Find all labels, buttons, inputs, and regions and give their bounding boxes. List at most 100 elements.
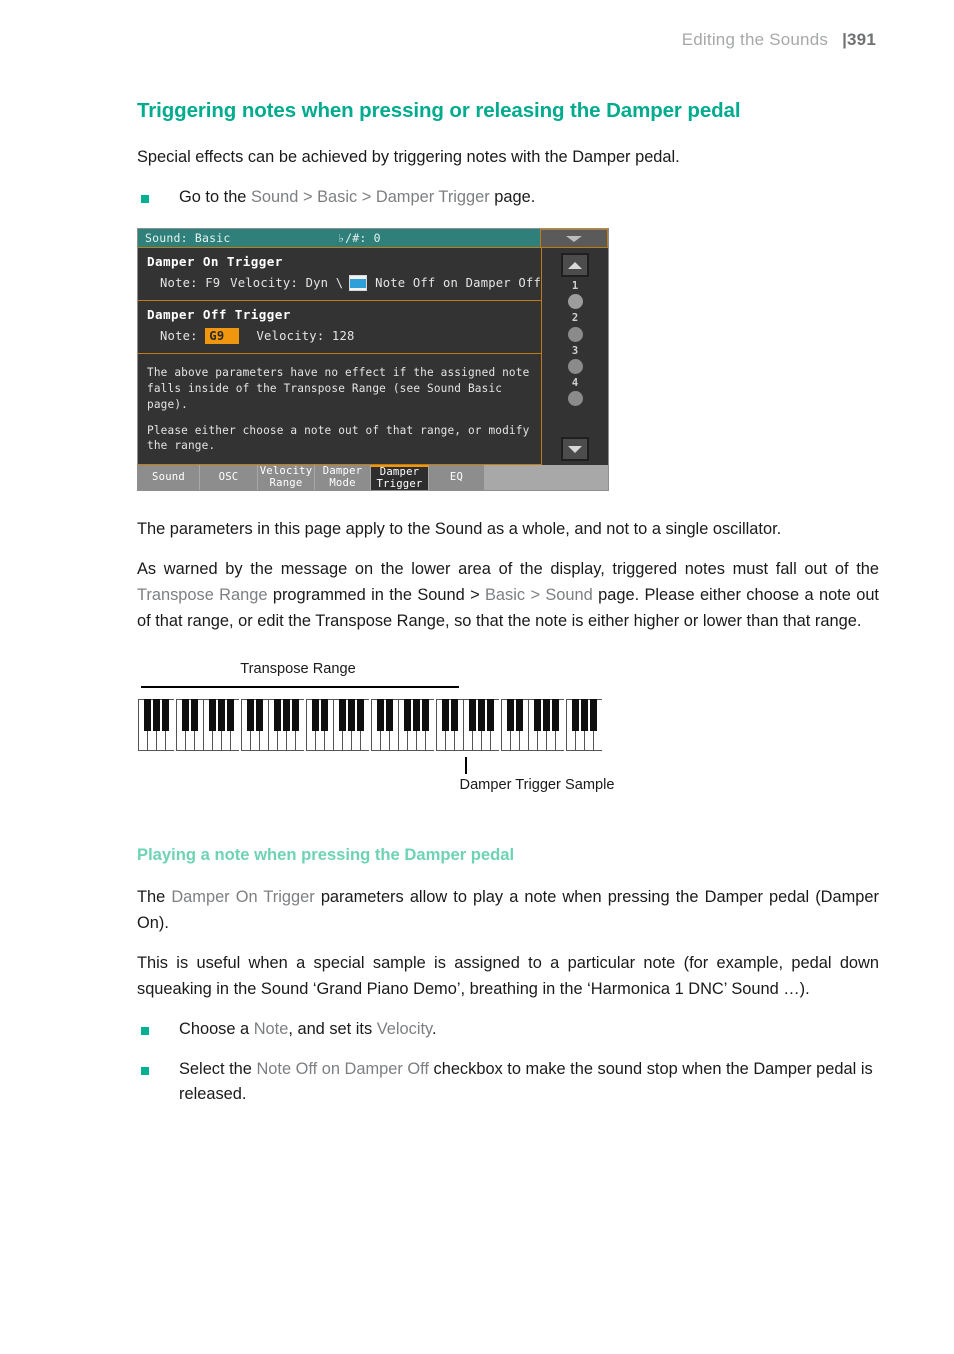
tab-label-line1: Damper bbox=[322, 465, 363, 478]
ui-damper-on-trigger: Damper On Trigger bbox=[171, 887, 315, 906]
scope-paragraph: The parameters in this page apply to the… bbox=[137, 520, 782, 539]
slot-1[interactable]: 1 bbox=[567, 279, 583, 310]
damper-off-note-label: Note: bbox=[160, 329, 198, 344]
triangle-up-icon bbox=[568, 261, 582, 269]
black-key bbox=[487, 698, 494, 731]
chevron-down-icon bbox=[566, 235, 582, 242]
device-body: Damper On Trigger Note: F9 Velocity: Dyn… bbox=[138, 248, 608, 466]
black-key bbox=[386, 698, 393, 731]
slot-indicator-icon bbox=[567, 358, 583, 374]
note-off-on-damper-off-checkbox[interactable] bbox=[349, 275, 368, 292]
black-key bbox=[144, 698, 151, 731]
slot-3[interactable]: 3 bbox=[567, 344, 583, 374]
device-transpose-display: ♭/#: 0 bbox=[338, 231, 381, 246]
device-main-area: Damper On Trigger Note: F9 Velocity: Dyn… bbox=[138, 248, 542, 466]
black-key bbox=[247, 698, 254, 731]
ui-sound: Sound bbox=[545, 586, 593, 605]
tab-velocity-range[interactable]: Velocity Range bbox=[258, 465, 315, 491]
tab-sound[interactable]: Sound bbox=[138, 465, 200, 491]
damper-on-note-value[interactable]: F9 bbox=[205, 276, 220, 290]
black-key bbox=[283, 698, 290, 731]
checkbox-fill-icon bbox=[350, 278, 367, 288]
slot-number: 1 bbox=[571, 280, 579, 293]
piano-keyboard bbox=[138, 698, 604, 751]
damper-trigger-sample-marker bbox=[465, 756, 467, 774]
tab-damper-mode[interactable]: Damper Mode bbox=[315, 465, 371, 491]
ui-path-sound: Sound bbox=[250, 187, 299, 206]
goto-post: page. bbox=[489, 187, 536, 206]
black-key bbox=[218, 698, 225, 731]
slot-2[interactable]: 2 bbox=[567, 311, 583, 342]
black-key bbox=[312, 698, 319, 731]
choose-text-2: , and set its bbox=[288, 1019, 377, 1038]
transpose-range-bracket bbox=[141, 685, 459, 688]
list-item: Go to the Sound > Basic > Damper Trigger… bbox=[137, 185, 879, 211]
device-menu-button[interactable] bbox=[540, 229, 608, 249]
ui-velocity: Velocity bbox=[376, 1019, 432, 1038]
damper-off-velocity-value[interactable]: 128 bbox=[332, 329, 355, 343]
sub-intro-text-1: The bbox=[137, 887, 172, 906]
damper-on-note-label: Note: bbox=[160, 276, 198, 291]
slot-indicator-icon bbox=[567, 326, 583, 342]
damper-trigger-sample-label: Damper Trigger Sample bbox=[459, 776, 615, 793]
black-key bbox=[507, 698, 514, 731]
note-off-on-damper-off-label: Note Off on Damper Off bbox=[375, 276, 541, 291]
black-key bbox=[590, 698, 597, 731]
warning-separator: > bbox=[525, 586, 546, 605]
octave-group bbox=[138, 698, 174, 751]
damper-on-velocity-value[interactable]: Dyn \ bbox=[306, 276, 344, 290]
black-key bbox=[321, 698, 328, 731]
slot-indicator-icon bbox=[567, 390, 583, 406]
black-key bbox=[478, 698, 485, 731]
damper-off-row: Note: G9 Velocity: 128 bbox=[138, 328, 541, 345]
device-message-line-1: The above parameters have no effect if t… bbox=[147, 366, 530, 411]
ui-path-damper-trigger: Damper Trigger bbox=[375, 187, 490, 206]
header-chapter-title: Editing the Sounds bbox=[681, 30, 829, 49]
black-key bbox=[534, 698, 541, 731]
black-key bbox=[348, 698, 355, 731]
black-key bbox=[162, 698, 169, 731]
tab-eq[interactable]: EQ bbox=[429, 465, 485, 491]
damper-off-note-value[interactable]: G9 bbox=[205, 328, 239, 345]
octave-group-partial bbox=[566, 698, 602, 751]
black-key bbox=[357, 698, 364, 731]
goto-pre: Go to the bbox=[179, 187, 251, 206]
black-key bbox=[209, 698, 216, 731]
device-page-name: Sound: Basic bbox=[145, 231, 231, 246]
warning-text-1: As warned by the message on the lower ar… bbox=[137, 560, 879, 579]
warning-paragraph: As warned by the message on the lower ar… bbox=[137, 557, 879, 635]
bullet-list-goto: Go to the Sound > Basic > Damper Trigger… bbox=[137, 185, 879, 211]
black-key bbox=[543, 698, 550, 731]
damper-off-velocity-label: Velocity: bbox=[256, 329, 325, 344]
device-side-panel: 1 2 3 4 bbox=[542, 248, 608, 466]
section-title: Triggering notes when pressing or releas… bbox=[137, 99, 741, 122]
black-key bbox=[274, 698, 281, 731]
black-key bbox=[442, 698, 449, 731]
tab-osc[interactable]: OSC bbox=[200, 465, 258, 491]
black-key bbox=[377, 698, 384, 731]
folio-number: 391 bbox=[847, 30, 876, 49]
damper-on-trigger-panel: Damper On Trigger Note: F9 Velocity: Dyn… bbox=[138, 248, 541, 302]
black-key bbox=[182, 698, 189, 731]
document-page: Editing the Sounds |391 Triggering notes… bbox=[0, 0, 954, 1354]
black-key bbox=[339, 698, 346, 731]
black-key bbox=[256, 698, 263, 731]
scroll-down-button[interactable] bbox=[561, 437, 589, 462]
list-item: Select the Note Off on Damper Off checkb… bbox=[137, 1057, 879, 1109]
slot-4[interactable]: 4 bbox=[567, 376, 583, 406]
tab-label-line1: Sound bbox=[152, 471, 185, 483]
tab-damper-trigger[interactable]: Damper Trigger bbox=[371, 465, 429, 491]
ui-note: Note bbox=[253, 1019, 289, 1038]
choose-text-3: . bbox=[432, 1019, 437, 1038]
choose-text-1: Choose a bbox=[179, 1019, 254, 1038]
scroll-up-button[interactable] bbox=[561, 253, 589, 278]
keyboard-figure: Transpose Range Damper Trigger Sample bbox=[137, 661, 879, 811]
black-key bbox=[469, 698, 476, 731]
tab-label-line1: Velocity bbox=[259, 465, 313, 478]
black-key bbox=[227, 698, 234, 731]
device-tab-bar: Sound OSC Velocity Range Damper Mode Dam… bbox=[138, 465, 608, 491]
octave-group bbox=[371, 698, 434, 751]
black-key bbox=[191, 698, 198, 731]
tab-label-line2: Range bbox=[269, 476, 303, 489]
device-screenshot: Sound: Basic ♭/#: 0 Damper On Trigger No… bbox=[137, 228, 609, 492]
